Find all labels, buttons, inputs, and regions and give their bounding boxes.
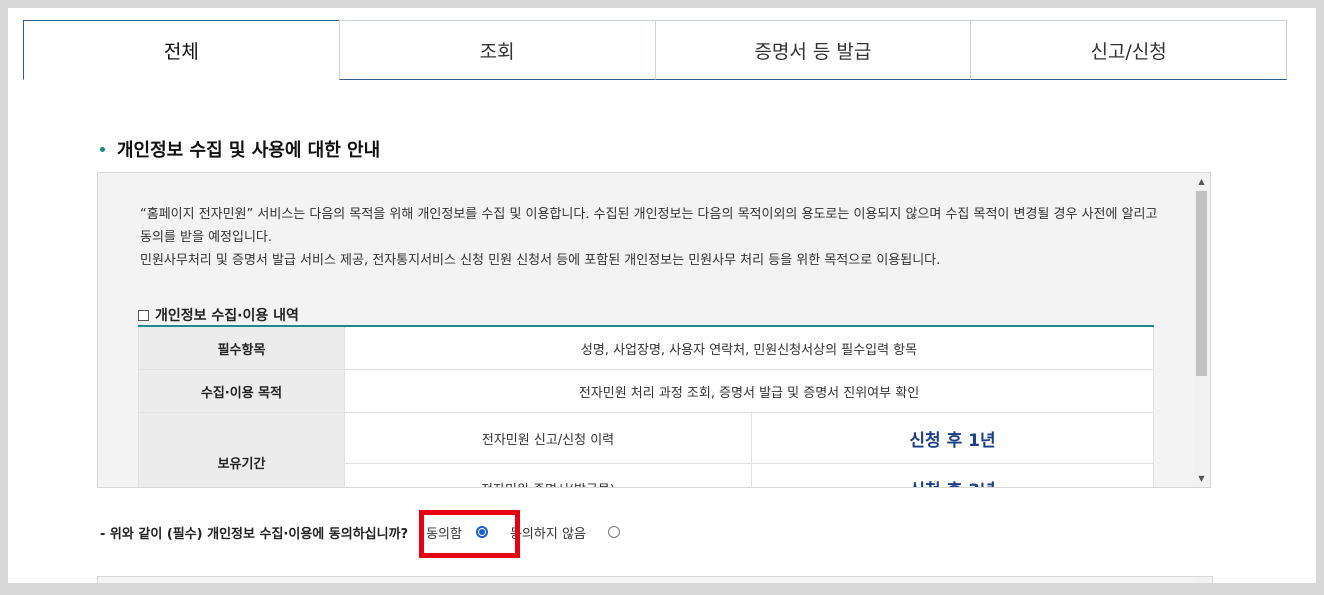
vertical-scrollbar[interactable] (1195, 577, 1212, 583)
tab-all[interactable]: 전체 (23, 20, 340, 80)
tab-report-apply[interactable]: 신고/신청 (970, 20, 1287, 80)
required-value: 성명, 사업장명, 사용자 연락처, 민원신청서상의 필수입력 항목 (344, 325, 1154, 370)
vertical-scrollbar[interactable]: ▲ ▼ (1193, 173, 1210, 487)
scrollbar-thumb[interactable] (1196, 191, 1207, 376)
consent-row: - 위와 같이 (필수) 개인정보 수집·이용에 동의하십니까? 동의함 동의하… (100, 520, 620, 544)
disagree-option[interactable]: 동의하지 않음 (510, 523, 620, 542)
intro-paragraph-1: “홈페이지 전자민원” 서비스는 다음의 목적을 위해 개인정보를 수집 및 이… (140, 207, 1158, 245)
square-icon (138, 309, 149, 321)
tab-inquiry[interactable]: 조회 (338, 20, 656, 80)
retention-period: 신청 후 3년 (751, 463, 1154, 487)
purpose-value: 전자민원 처리 과정 조회, 증명서 발급 및 증명서 진위여부 확인 (344, 369, 1154, 413)
required-label: 필수항목 (138, 325, 345, 370)
page: 전체 조회 증명서 등 발급 신고/신청 개인정보 수집 및 사용에 대한 안내… (8, 8, 1316, 583)
consent-question: - 위와 같이 (필수) 개인정보 수집·이용에 동의하십니까? (100, 526, 409, 542)
retention-item: 전자민원 증명서(발급물) (344, 463, 752, 487)
disagree-radio[interactable] (607, 526, 620, 538)
table-row: 보유기간 전자민원 신고/신청 이력 신청 후 1년 (138, 412, 1154, 487)
disagree-label: 동의하지 않음 (509, 526, 586, 542)
intro-paragraph-2: 민원사무처리 및 증명서 발급 서비스 제공, 전자통지서비스 신청 민원 신청… (140, 253, 941, 268)
section-title: 개인정보 수집 및 사용에 대한 안내 (100, 136, 380, 162)
usage-table: 필수항목 성명, 사업장명, 사용자 연락처, 민원신청서상의 필수입력 항목 … (138, 325, 1154, 487)
usage-subheading-text: 개인정보 수집·이용 내역 (155, 308, 299, 324)
retention-item: 전자민원 신고/신청 이력 (344, 412, 752, 464)
highlight-box (419, 510, 520, 558)
table-row: 필수항목 성명, 사업장명, 사용자 연락처, 민원신청서상의 필수입력 항목 (138, 325, 1154, 370)
tab-bar: 전체 조회 증명서 등 발급 신고/신청 (23, 20, 1287, 82)
usage-subheading: 개인정보 수집·이용 내역 (138, 305, 299, 325)
privacy-scroll-box[interactable]: “홈페이지 전자민원” 서비스는 다음의 목적을 위해 개인정보를 수집 및 이… (97, 172, 1211, 488)
table-row: 수집·이용 목적 전자민원 처리 과정 조회, 증명서 발급 및 증명서 진위여… (138, 369, 1154, 413)
tab-certificate-issue[interactable]: 증명서 등 발급 (654, 20, 972, 80)
scroll-up-icon[interactable]: ▲ (1193, 173, 1210, 190)
purpose-label: 수집·이용 목적 (138, 369, 345, 413)
retention-label: 보유기간 (138, 412, 345, 487)
intro-text: “홈페이지 전자민원” 서비스는 다음의 목적을 위해 개인정보를 수집 및 이… (140, 203, 1160, 272)
privacy-content: “홈페이지 전자민원” 서비스는 다음의 목적을 위해 개인정보를 수집 및 이… (98, 173, 1194, 487)
scroll-down-icon[interactable]: ▼ (1193, 470, 1210, 487)
bullet-icon (100, 146, 105, 152)
section-title-text: 개인정보 수집 및 사용에 대한 안내 (117, 140, 381, 161)
next-section-box (97, 576, 1213, 583)
retention-period: 신청 후 1년 (751, 412, 1154, 464)
